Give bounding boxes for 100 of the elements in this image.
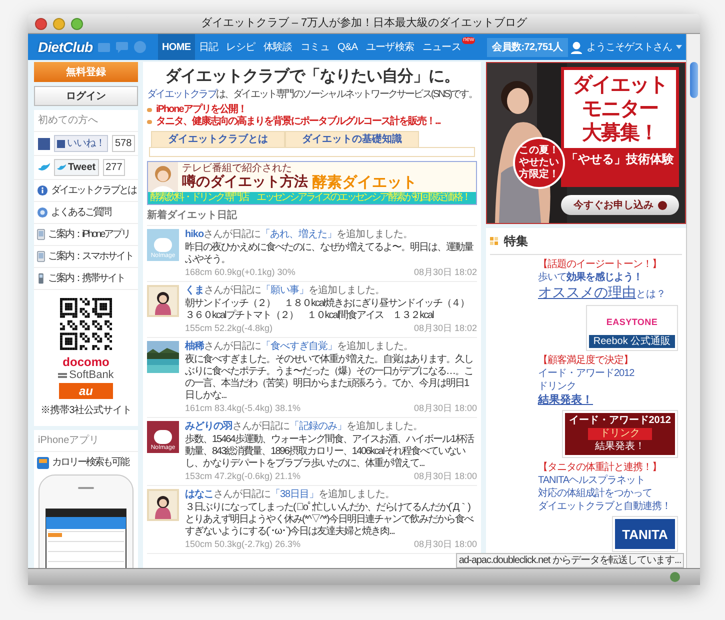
sidebar-link[interactable]: ご案内：iPhoneアプリ [48,227,130,242]
site-logo[interactable]: DietClub [38,36,98,58]
award-ad[interactable]: イード・アワード2012 ドリンク 結果発表！ [562,410,678,458]
post-time: 08月30日 18:00 [414,403,477,414]
diary-headline: みどりの羽さんが日記に「記録のみ」を追加しました。 [185,421,424,433]
section-heading: 初めての方へ [34,110,138,132]
docomo-logo: docomo [62,356,110,368]
body-stats: 168cm 60.9kg(+0.1kg) 30% [185,267,296,278]
sidebar-link[interactable]: ダイエットクラブとは [51,183,136,198]
like-count: 578 [112,135,135,152]
news-link[interactable]: タニタ、健康志向の高まりを背景にポータブルグルコース計を販売！... [156,116,440,128]
body-stats: 150cm 50.3kg(-2.7kg) 26.3% [185,539,301,550]
diary-excerpt: 昨日の夜ひかえめに食べたのに、なぜか増えてるよ〜。明日は、運動量ふやそう。 [185,242,474,266]
diary-link[interactable]: 「記録のみ」 [290,421,346,432]
login-button[interactable]: ログイン [34,86,138,106]
intro-text: ダイエットクラブは、ダイエット専門のソーシャルネットワークサービス(SNS)です。 [147,89,477,101]
app-link[interactable]: カロリー検索も可能 [52,455,128,470]
body-stats: 155cm 52.2kg(-4.8kg) [185,323,273,334]
member-count: 会員数:72,751人 [487,38,568,56]
diary-link[interactable]: 「38日目」 [270,489,319,500]
feature-link[interactable]: オススメの理由 [538,284,636,301]
user-menu[interactable]: ようこそゲストさん [586,40,672,54]
info-tab[interactable]: ダイエットの基礎知識 [285,131,419,147]
mobile-phone-icon [37,273,45,284]
help-icon [37,207,48,218]
ad-subtitle: 「やせる」技術体験 [565,151,675,167]
intro-link[interactable]: ダイエットクラブ [147,89,216,100]
bullet-icon [147,108,152,112]
like-button[interactable]: いいね！ [54,135,108,152]
feature-text: TANITAヘルスプラネット [538,474,646,487]
zoom-button[interactable] [71,18,83,30]
diary-excerpt: 夜に食べすぎました。そのせいで体重が増えた。自覚はあります。久しぶりに食べたポテチ。うま〜だった（爆）その一口がデブになる…。この一言、本当だわ（苦笑）明日からまた頑張ろう。てか、今月は明日1日しかな... [185,354,474,402]
brand-logo: TANITA [622,528,668,540]
section-heading: 新着ダイエット日記 [147,208,477,226]
user-link[interactable]: はなこ [185,489,214,500]
nav-tab[interactable]: コミュ [296,34,334,60]
body-stats: 161cm 83.4kg(-5.4kg) 38.1% [185,403,301,414]
app-icon [37,456,49,468]
diary-headline: はなこさんが日記に「38日目」を追加しました。 [185,489,396,501]
brand-logo: EASYTONE [606,318,658,327]
shop-label: Reebok 公式通販 [589,335,675,348]
banner-highlight: 酵素ダイエット [311,174,417,192]
carrier-note: ※携帯3社公式サイト [40,404,132,418]
phone-icon [37,229,45,240]
post-time: 08月30日 18:02 [414,267,477,278]
section-heading: 特集 [504,233,528,250]
post-time: 08月30日 18:00 [414,539,477,550]
diary-link[interactable]: 「願い事」 [261,285,308,296]
sidebar-link[interactable]: ご案内：スマホサイト [48,249,133,264]
feature-tag: 【顧客満足度で決定】 [538,355,678,367]
feature-link[interactable]: 結果発表！ [538,393,593,407]
easytone-ad[interactable]: EASYTONE Reebok 公式通販 [586,305,678,351]
diary-headline: hikoさんが日記に「あれ、増えた」を追加しました。 [185,229,414,241]
nav-tab[interactable]: 日記 [194,34,222,60]
diary-excerpt-line: ３６０kcalプチトマト（２） １０kcal間食アイス １３２kcal [185,310,435,322]
nav-tab[interactable]: Q&A [334,34,362,60]
softbank-logo: SoftBank [58,370,114,381]
user-link[interactable]: 柚稀 [185,341,204,352]
bird-icon [38,162,50,172]
sidebar-link[interactable]: ご案内：携帯サイト [48,271,124,286]
tweet-button[interactable]: Tweet [54,159,99,176]
diary-excerpt: 歩数、15464歩運動、ウォーキング間食、アイスお酒、ハイボール1杯活動量、843総消費量、1896摂取カロリー、1406kcalそれ程食べていないし、かなりデパートをブラブラ歩いたのに、体重が増えて... [185,434,475,470]
nav-tab[interactable]: レシピ [222,34,260,60]
sidebar-link[interactable]: よくあるご質問 [51,205,110,220]
info-tab[interactable]: ダイエットクラブとは [151,131,285,147]
scroll-thumb[interactable] [690,62,698,98]
category-ribbon: ドリンク [588,428,652,440]
au-logo: au [58,383,113,399]
window-title: ダイエットクラブ – 7万人が参加！日本最大級のダイエットブログ [200,16,528,32]
link-suffix: とは？ [636,288,666,302]
chat-icon[interactable] [116,42,128,52]
caret-icon [676,45,682,49]
ad-title-line: ダイエット [572,73,668,97]
close-button[interactable] [35,18,47,30]
feature-text: 対応の体組成計をつかって [538,487,653,500]
diary-link[interactable]: 「あれ、増えた」 [260,229,337,240]
nav-tab[interactable]: 体験談 [259,34,296,60]
body-stats: 153cm 47.2kg(-0.6kg) 21.1% [185,471,301,482]
status-toast: ad-apac.doubleclick.net からデータを転送しています... [456,553,684,568]
diary-link[interactable]: 「食べすぎ自覚」 [261,341,337,352]
enzyme-diet-banner[interactable]: テレビ番組で紹介された 噂のダイエット方法 酵素ダイエット 酵素飲料・ドリンク専門店 エッセンシアライズのエッセンシア酵素が初回限定価格！ [147,161,477,205]
diary-excerpt: ３日ぶりになってしまった(ﾟoﾟ;忙しいんだか、だらけてるんだか(´Д｀)とりあえず明日ようやく休み(*^▽^*)今日明日連チャンで飲みだから食べすぎないようにする(´･ω･`)今日は友達夫婦と焼き肉... [185,502,474,538]
user-link[interactable]: hiko [185,229,204,240]
feature-tag: 【話題のイージートーン！】 [538,259,678,271]
apply-button[interactable]: 今すぐお申し込み [561,195,679,215]
banner-title: 噂のダイエット方法 [182,174,308,190]
user-avatar-icon [570,40,582,54]
nav-tab[interactable]: ユーザ検索 [362,34,418,60]
ad-title-line: モニター [582,97,658,121]
user-link[interactable]: みどりの羽 [185,421,232,432]
award-title: イード・アワード2012 [568,416,671,426]
diary-excerpt-line: 朝サンドイッチ（２） １８０kcal焼きおにぎり昼サンドイッチ（４） [185,298,470,310]
minimize-button[interactable] [53,18,65,30]
nav-tab[interactable]: HOME [158,34,195,60]
squares-icon [490,237,498,245]
news-link[interactable]: iPhoneアプリを公開！ [156,104,246,116]
tanita-ad[interactable]: TANITA [612,516,678,552]
feature-text: ドリンク [538,380,577,393]
user-link[interactable]: くま [185,285,204,296]
tweet-count: 277 [102,159,126,176]
